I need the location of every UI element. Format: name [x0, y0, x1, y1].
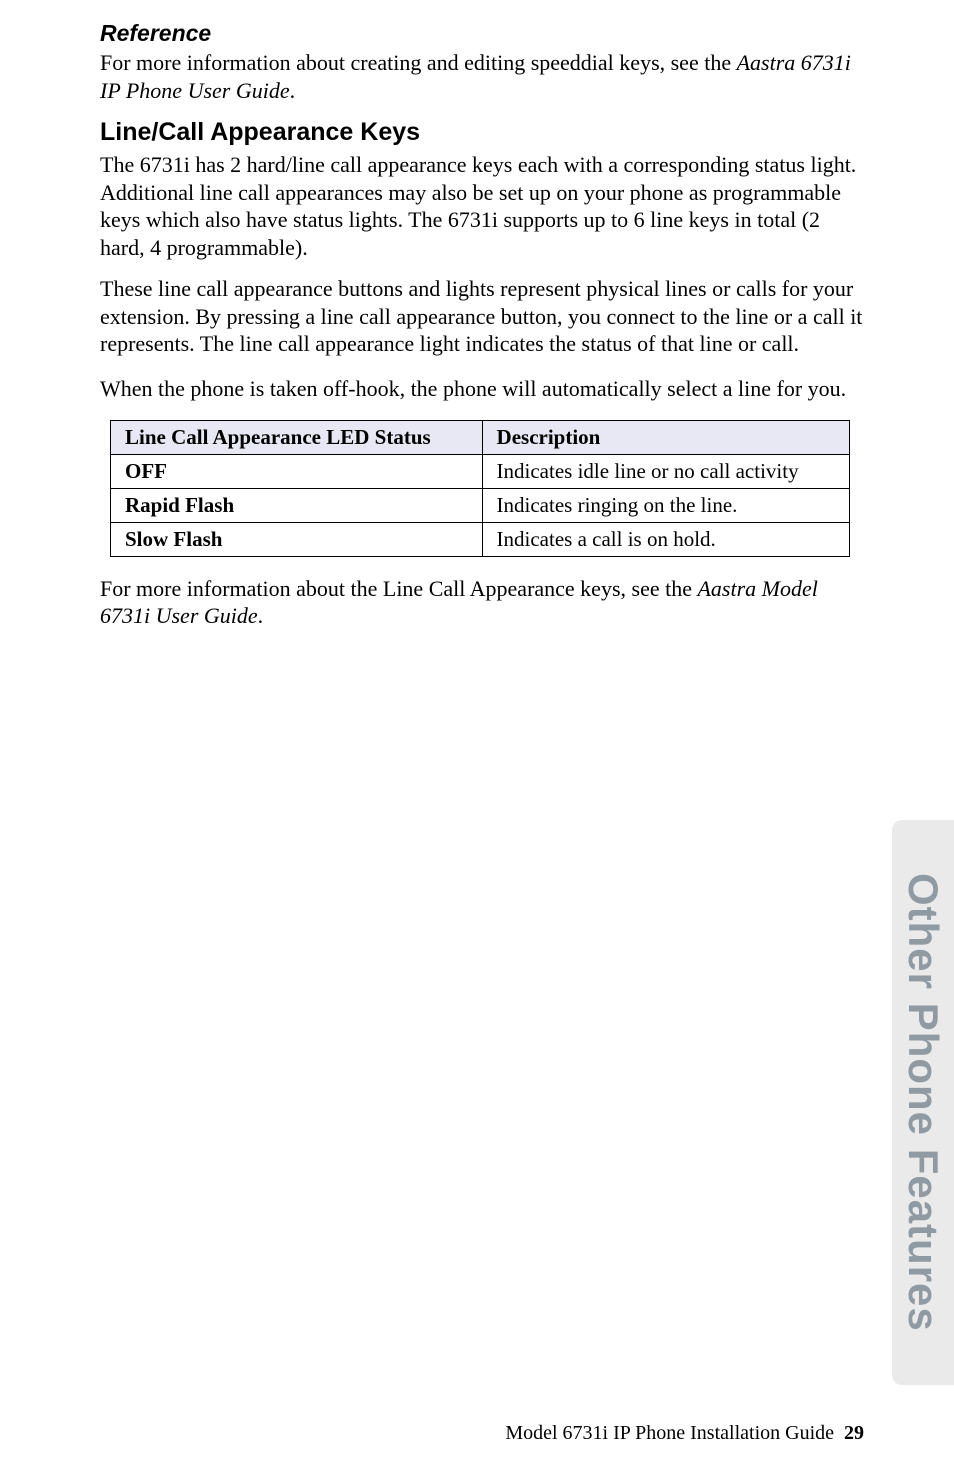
reference-text: For more information about creating and … [100, 49, 864, 104]
side-tab: Other Phone Features [892, 820, 954, 1385]
table-cell-desc: Indicates ringing on the line. [482, 488, 849, 522]
reference-text-pre: For more information about creating and … [100, 50, 737, 75]
table-cell-label: Slow Flash [111, 522, 483, 556]
reference-text-post: . [290, 78, 296, 103]
table-cell-desc: Indicates idle line or no call activity [482, 454, 849, 488]
footer: Model 6731i IP Phone Installation Guide … [505, 1422, 864, 1445]
table-cell-label: OFF [111, 454, 483, 488]
side-tab-text: Other Phone Features [899, 873, 947, 1332]
section-heading: Line/Call Appearance Keys [100, 118, 864, 147]
after-table-pre: For more information about the Line Call… [100, 576, 697, 601]
table-row: Slow Flash Indicates a call is on hold. [111, 522, 850, 556]
table-head-left: Line Call Appearance LED Status [111, 420, 483, 454]
section-p3: When the phone is taken off-hook, the ph… [100, 372, 864, 406]
table-row: Rapid Flash Indicates ringing on the lin… [111, 488, 850, 522]
reference-heading: Reference [100, 20, 864, 47]
table-cell-desc: Indicates a call is on hold. [482, 522, 849, 556]
led-status-table: Line Call Appearance LED Status Descript… [110, 420, 850, 557]
footer-text: Model 6731i IP Phone Installation Guide [505, 1422, 834, 1444]
table-head-right: Description [482, 420, 849, 454]
table-header-row: Line Call Appearance LED Status Descript… [111, 420, 850, 454]
section-p2: These line call appearance buttons and l… [100, 275, 864, 358]
section-p1: The 6731i has 2 hard/line call appearanc… [100, 151, 864, 261]
after-table-post: . [258, 603, 264, 628]
table-row: OFF Indicates idle line or no call activ… [111, 454, 850, 488]
footer-page-number: 29 [844, 1422, 864, 1444]
table-cell-label: Rapid Flash [111, 488, 483, 522]
after-table-text: For more information about the Line Call… [100, 575, 864, 630]
